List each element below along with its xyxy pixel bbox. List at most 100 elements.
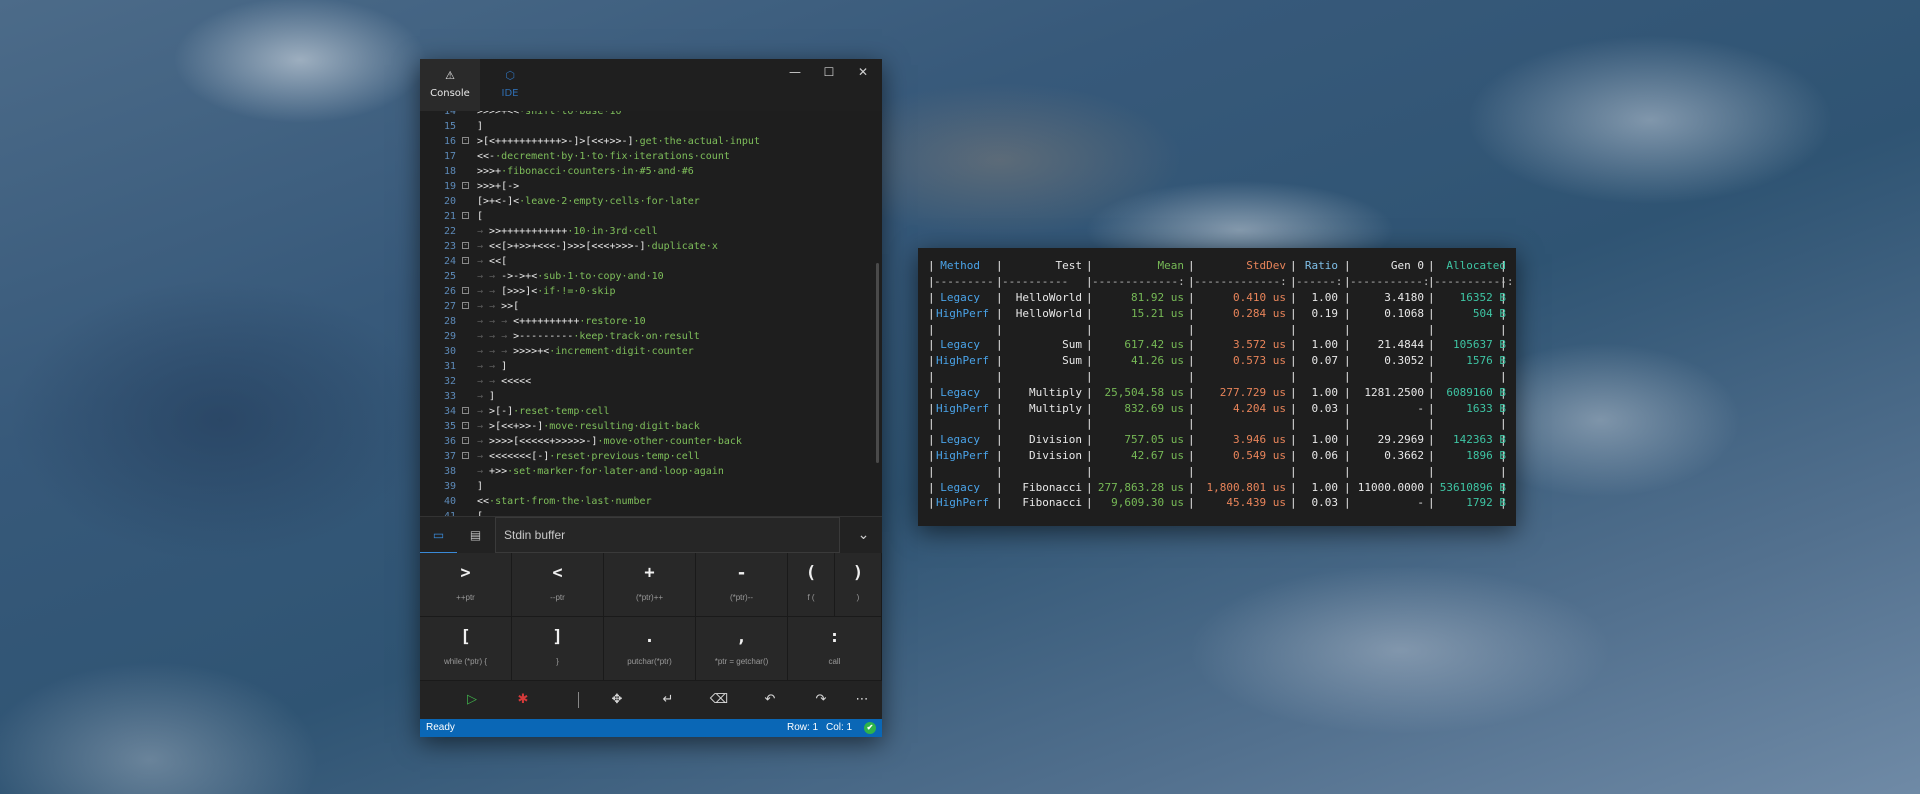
undo-icon[interactable]: ↶ bbox=[750, 681, 790, 719]
code-line[interactable]: 31 → → ] bbox=[420, 359, 882, 374]
row-indicator: Row: 1 bbox=[787, 722, 819, 733]
operator-key[interactable]: (f ( bbox=[788, 553, 835, 617]
fold-toggle-icon[interactable]: - bbox=[462, 212, 469, 219]
key-description: *ptr = getchar() bbox=[714, 657, 769, 666]
operator-key[interactable]: , *ptr = getchar() bbox=[696, 617, 788, 681]
key-description: (*ptr)++ bbox=[635, 593, 664, 602]
code-line[interactable]: 18 >>>+·fibonacci·counters·in·#5·and·#6 bbox=[420, 164, 882, 179]
table-border: | bbox=[996, 433, 1003, 447]
code-line[interactable]: 35- → >[<<+>>-]·move·resulting·digit·back bbox=[420, 419, 882, 434]
code-line[interactable]: 37- → <<<<<<<[-]·reset·previous·temp·cell bbox=[420, 449, 882, 464]
code-line[interactable]: 29 → → → >---------·keep·track·on·result bbox=[420, 329, 882, 344]
table-cell: HighPerf bbox=[936, 306, 989, 320]
code-line[interactable]: 24- → <<[ bbox=[420, 254, 882, 269]
code-line[interactable]: 16- >[<+++++++++++>-]>[<<+>>-]·get·the·ac… bbox=[420, 134, 882, 149]
fold-toggle-icon[interactable]: - bbox=[462, 302, 469, 309]
code-line[interactable]: 34- → >[-]·reset·temp·cell bbox=[420, 404, 882, 419]
code-line[interactable]: 19- >>>+[-> bbox=[420, 179, 882, 194]
keyboard-icon[interactable]: ▭ bbox=[420, 517, 457, 554]
table-cell: Legacy bbox=[940, 480, 980, 494]
table-border: | bbox=[1428, 322, 1435, 336]
table-border: | bbox=[928, 480, 935, 494]
code-line[interactable]: 14 >>>>+<<·shift·to·base·10 bbox=[420, 111, 882, 119]
code-line[interactable]: 39] bbox=[420, 479, 882, 494]
table-border: | bbox=[1344, 496, 1351, 510]
table-border: | bbox=[996, 259, 1003, 272]
code-line[interactable]: 17 <<-·decrement·by·1·to·fix·iterations·c… bbox=[420, 149, 882, 164]
stdin-input[interactable]: Stdin buffer bbox=[495, 517, 840, 553]
code-line[interactable]: 32 → → <<<<< bbox=[420, 374, 882, 389]
operator-key[interactable]: )) bbox=[835, 553, 882, 617]
table-border: | bbox=[1188, 338, 1195, 352]
code-line[interactable]: 28 → → → <++++++++++·restore·10 bbox=[420, 314, 882, 329]
fold-toggle-icon[interactable]: - bbox=[462, 182, 469, 189]
table-cell: 0.03 bbox=[1311, 496, 1339, 510]
table-cell: 0.07 bbox=[1311, 354, 1339, 368]
table-row: | | | | | | | | HighPerf Fibonacci 9,609.30 us 45.4… bbox=[928, 495, 1508, 511]
run-icon[interactable]: ▷ bbox=[452, 681, 492, 719]
code-line[interactable]: 25 → → ->->+<·sub·1·to·copy·and·10 bbox=[420, 269, 882, 284]
fold-toggle-icon[interactable]: - bbox=[462, 407, 469, 414]
redo-icon[interactable]: ↷ bbox=[801, 681, 841, 719]
console-icon[interactable]: ▤ bbox=[457, 517, 494, 554]
operator-key[interactable]: > ++ptr bbox=[420, 553, 512, 617]
table-cell: HighPerf bbox=[936, 354, 989, 368]
code-line[interactable]: 40 <<·start·from·the·last·number bbox=[420, 494, 882, 509]
code-line[interactable]: 27- → → >>[ bbox=[420, 299, 882, 314]
fold-toggle-icon[interactable]: - bbox=[462, 287, 469, 294]
table-cell: 142363 B bbox=[1453, 433, 1506, 447]
more-icon[interactable]: ⋯ bbox=[842, 681, 882, 719]
code-line[interactable]: 15] bbox=[420, 119, 882, 134]
code-line[interactable]: 23- → <<[>+>>+<<<-]>>>[<<<+>>>-]·duplicat… bbox=[420, 239, 882, 254]
tab-ide[interactable]: ⬡ IDE bbox=[480, 59, 540, 111]
fold-toggle-icon[interactable]: - bbox=[462, 257, 469, 264]
fold-toggle-icon[interactable]: - bbox=[462, 422, 469, 429]
fold-toggle-icon[interactable]: - bbox=[462, 137, 469, 144]
code-line[interactable]: 20 [>+<-]<·leave·2·empty·cells·for·later bbox=[420, 194, 882, 209]
debug-icon[interactable]: ✱ bbox=[503, 681, 543, 719]
backspace-icon[interactable]: ⌫ bbox=[699, 681, 739, 719]
table-border: | bbox=[1344, 338, 1351, 352]
table-border: | bbox=[1428, 370, 1435, 383]
code-line[interactable]: 30 → → → >>>>+<·increment·digit·counter bbox=[420, 344, 882, 359]
code-editor[interactable]: 14 >>>>+<<·shift·to·base·10 15] 16- >[<+++++… bbox=[420, 111, 882, 516]
operator-key[interactable]: ]} bbox=[512, 617, 604, 681]
table-cell: Ratio bbox=[1304, 259, 1338, 272]
operator-key[interactable]: . putchar(*ptr) bbox=[604, 617, 696, 681]
maximize-button[interactable]: ☐ bbox=[812, 59, 846, 85]
table-border: | bbox=[1428, 496, 1435, 510]
fold-toggle-icon[interactable]: - bbox=[462, 452, 469, 459]
fold-toggle-icon[interactable]: - bbox=[462, 437, 469, 444]
operator-key[interactable]: : call bbox=[788, 617, 882, 681]
operator-key[interactable]: - (*ptr)-- bbox=[696, 553, 788, 617]
operator-key[interactable]: < --ptr bbox=[512, 553, 604, 617]
code-line[interactable]: 36- → >>>>[<<<<<+>>>>>-]·move·other·count… bbox=[420, 434, 882, 449]
warning-triangle-icon: ⚠ bbox=[445, 69, 455, 82]
table-border: | bbox=[1290, 322, 1297, 336]
code-line[interactable]: 33 → ] bbox=[420, 389, 882, 404]
table-border: | bbox=[1290, 370, 1297, 383]
code-line[interactable]: 22 → >>+++++++++++·10·in·3rd·cell bbox=[420, 224, 882, 239]
code-line[interactable]: 41 [ bbox=[420, 509, 882, 516]
move-icon[interactable]: ✥ bbox=[597, 681, 637, 719]
code-text: → → → >---------·keep·track·on·result bbox=[477, 331, 700, 342]
table-border: | bbox=[1290, 259, 1297, 272]
code-text: → → ->->+<·sub·1·to·copy·and·10 bbox=[477, 271, 664, 282]
chevron-down-icon[interactable]: ⌄ bbox=[845, 517, 882, 554]
table-cell: Legacy bbox=[940, 338, 980, 352]
table-border: | bbox=[1086, 449, 1093, 462]
enter-icon[interactable]: ↵ bbox=[648, 681, 688, 719]
fold-toggle-icon[interactable]: - bbox=[462, 242, 469, 249]
code-line[interactable]: 21- [ bbox=[420, 209, 882, 224]
line-number: 20 bbox=[443, 196, 456, 207]
tab-console[interactable]: ⚠ Console bbox=[420, 59, 480, 111]
minimize-button[interactable]: — bbox=[778, 59, 812, 85]
operator-key[interactable]: [while (*ptr) { bbox=[420, 617, 512, 681]
operator-key[interactable]: + (*ptr)++ bbox=[604, 553, 696, 617]
table-cell: 1.00 bbox=[1311, 291, 1339, 304]
close-button[interactable]: ✕ bbox=[846, 59, 880, 85]
code-line[interactable]: 26- → → [>>>]<·if·!=·0·skip bbox=[420, 284, 882, 299]
table-border: | bbox=[996, 417, 1003, 431]
table-border: | bbox=[1428, 417, 1435, 431]
code-line[interactable]: 38 → +>>·set·marker·for·later·and·loop·ag… bbox=[420, 464, 882, 479]
